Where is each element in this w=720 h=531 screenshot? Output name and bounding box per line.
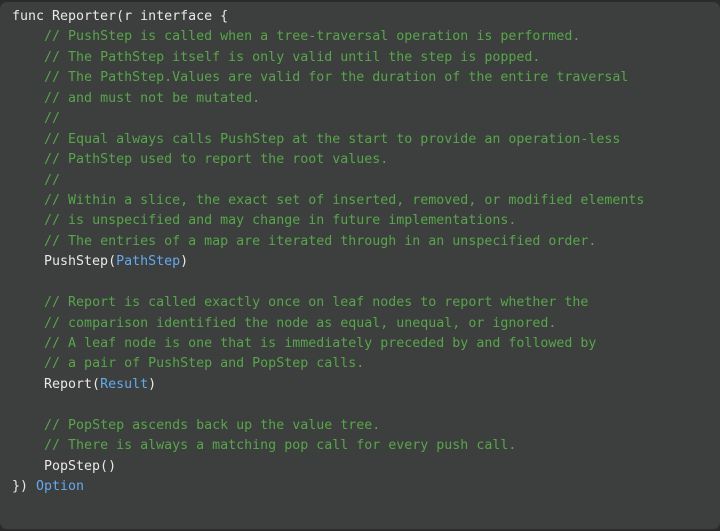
code-comment: // Report is called exactly once on leaf… [44,295,589,311]
code-text: PushStep( [12,254,117,270]
code-line: // There is always a matching pop call f… [0,436,720,456]
code-line: PushStep(PathStep) [0,252,720,272]
code-comment: // is unspecified and may change in futu… [44,213,517,229]
code-text: ) [148,376,157,392]
code-text: }) [12,479,37,495]
code-comment: // PathStep used to report the root valu… [44,152,389,168]
code-line: // [0,171,720,191]
code-content[interactable]: func Reporter(r interface { // PushStep … [0,2,720,498]
code-comment: // comparison identified the node as equ… [44,315,557,331]
code-text: Report( [12,376,101,392]
code-comment: // The PathStep itself is only valid unt… [44,49,541,65]
code-line: Report(Result) [0,375,720,395]
code-block: func Reporter(r interface { // PushStep … [0,2,720,529]
code-line: // and must not be mutated. [0,89,720,109]
code-comment: // Within a slice, the exact set of inse… [44,192,645,208]
code-line: // The entries of a map are iterated thr… [0,232,720,252]
code-type-name: PathStep [116,254,181,270]
code-comment: // There is always a matching pop call f… [44,438,517,454]
code-line: // is unspecified and may change in futu… [0,211,720,231]
code-line: // The PathStep itself is only valid unt… [0,48,720,68]
code-line: // [0,109,720,129]
code-type-name: Option [36,479,85,495]
code-line: // comparison identified the node as equ… [0,314,720,334]
code-line: }) Option [0,477,720,497]
code-line: // a pair of PushStep and PopStep calls. [0,354,720,374]
code-line: // PathStep used to report the root valu… [0,150,720,170]
code-line: // Within a slice, the exact set of inse… [0,191,720,211]
code-comment: // Equal always calls PushStep at the st… [44,131,621,147]
code-line: // PopStep ascends back up the value tre… [0,416,720,436]
code-comment: // a pair of PushStep and PopStep calls. [44,356,365,372]
code-comment: // The entries of a map are iterated thr… [44,233,597,249]
code-line: // Equal always calls PushStep at the st… [0,130,720,150]
code-comment: // [44,111,61,127]
code-text: func Reporter(r interface { [12,9,229,24]
code-type-name: Result [100,376,149,392]
code-text: ) [180,254,189,270]
code-line: // PushStep is called when a tree-traver… [0,27,720,47]
code-comment: // and must not be mutated. [44,90,261,106]
code-comment: // [44,172,61,188]
code-comment: // PushStep is called when a tree-traver… [44,29,581,45]
code-comment: // PopStep ascends back up the value tre… [44,417,381,433]
code-line: // Report is called exactly once on leaf… [0,293,720,313]
code-comment: // A leaf node is one that is immediatel… [44,336,597,351]
code-comment: // The PathStep.Values are valid for the… [44,70,629,86]
code-text: PopStep() [12,458,117,474]
code-line: PopStep() [0,457,720,477]
code-line: func Reporter(r interface { [0,7,720,27]
code-line: // The PathStep.Values are valid for the… [0,68,720,88]
code-line: // A leaf node is one that is immediatel… [0,334,720,354]
